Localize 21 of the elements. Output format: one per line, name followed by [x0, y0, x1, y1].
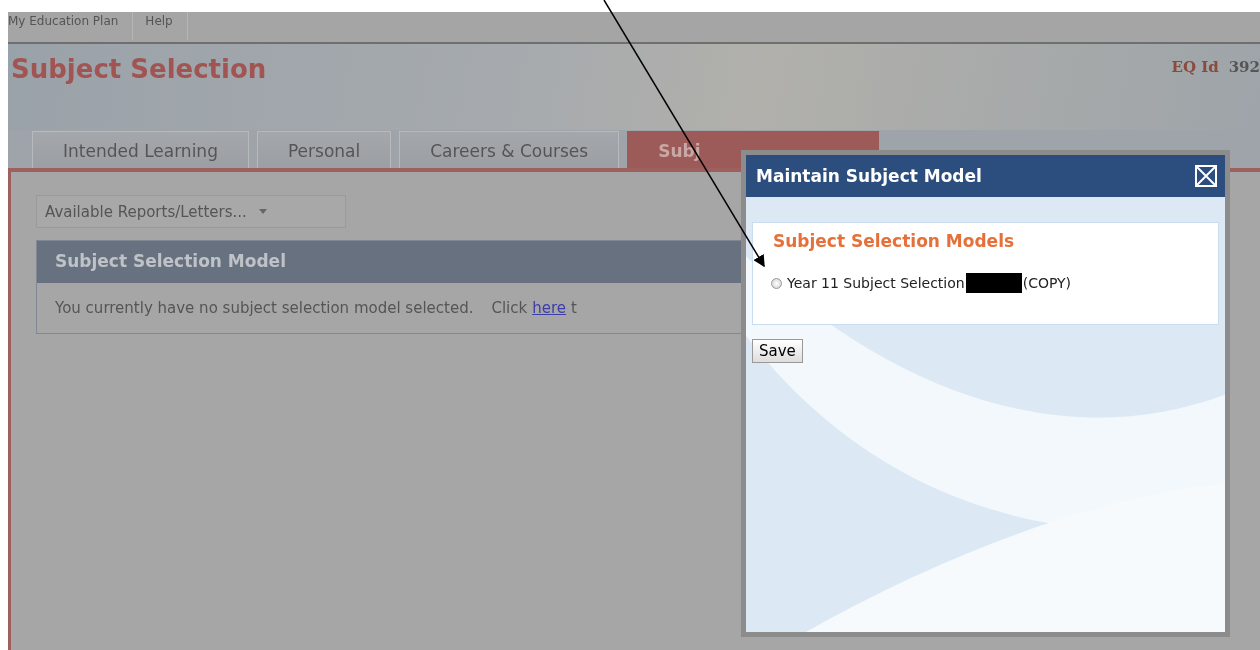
panel-message: You currently have no subject selection model selected. [55, 299, 474, 317]
option-label: Year 11 Subject Selection [787, 275, 965, 291]
save-button[interactable]: Save [752, 339, 803, 363]
radio-button[interactable] [771, 277, 782, 289]
tab[interactable]: Careers & Courses [399, 131, 620, 168]
nav-link[interactable]: My Education Plan [8, 12, 134, 40]
id-label: EQ Id [1171, 58, 1219, 76]
click-text: Click [491, 299, 528, 317]
id-value: 392 [1228, 58, 1260, 76]
section-title: Subject Selection Models [773, 231, 1016, 251]
option-suffix: (COPY) [1022, 275, 1072, 291]
tab[interactable]: Intended Learning [32, 131, 249, 168]
cut-text: t [571, 299, 577, 317]
dialog-title: Maintain Subject Model [756, 166, 982, 186]
nav-link[interactable]: Help [145, 12, 188, 40]
here-link[interactable]: here [532, 299, 567, 317]
page-title: Subject Selection [10, 54, 267, 84]
close-icon[interactable] [1195, 165, 1217, 187]
tab[interactable]: Personal [256, 131, 392, 168]
caret-icon [258, 209, 267, 214]
reports-dropdown[interactable]: Available Reports/Letters... [36, 195, 346, 228]
